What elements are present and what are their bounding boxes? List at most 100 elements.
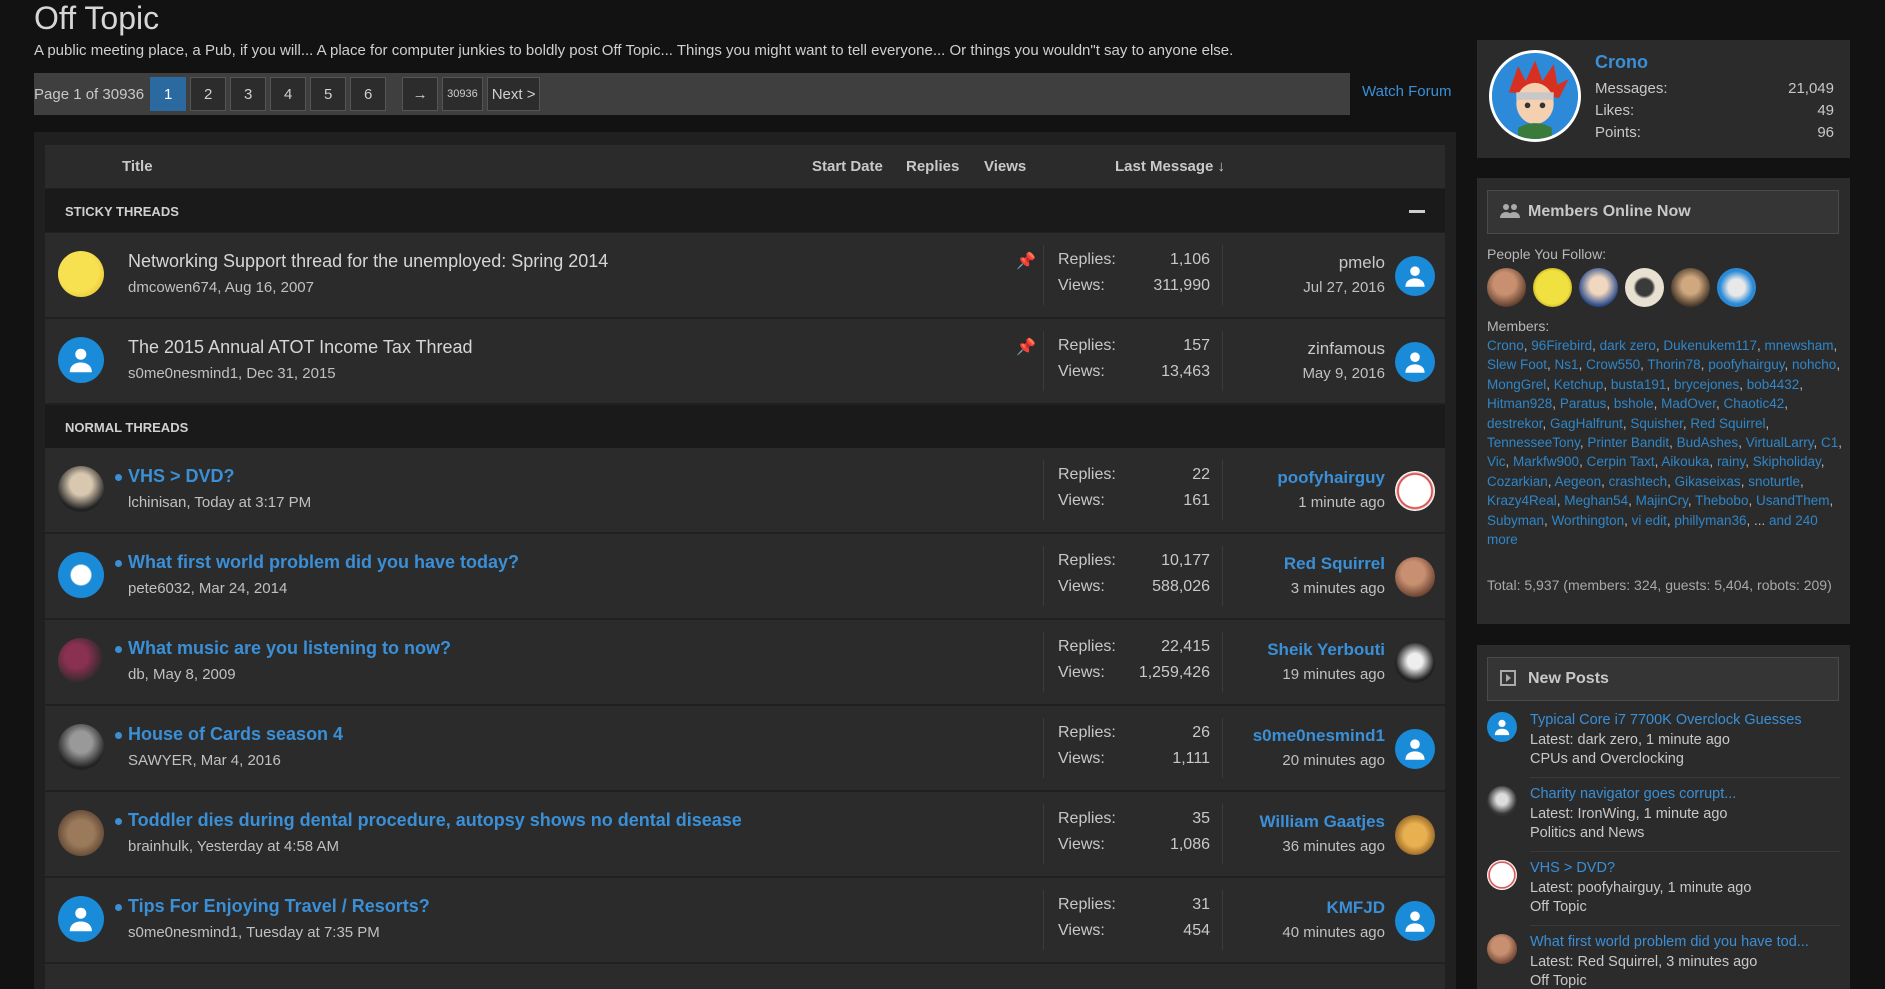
thread-row[interactable]: What music are you listening to now? db,… — [45, 620, 1445, 704]
online-member-link[interactable]: nohcho — [1792, 357, 1836, 372]
page-jump-arrow[interactable]: → — [402, 77, 439, 111]
last-poster[interactable]: William Gaatjes — [1259, 812, 1385, 832]
online-member-link[interactable]: C1 — [1821, 435, 1838, 450]
new-post-avatar[interactable] — [1487, 786, 1517, 816]
online-member-link[interactable]: MadOver — [1661, 396, 1716, 411]
last-post-time[interactable]: May 9, 2016 — [1302, 365, 1385, 382]
last-post-time[interactable]: 1 minute ago — [1298, 494, 1385, 511]
followed-avatar[interactable] — [1533, 268, 1572, 307]
author-avatar[interactable] — [58, 810, 104, 856]
last-poster-avatar[interactable] — [1395, 557, 1435, 597]
online-member-link[interactable]: mnewsham — [1764, 338, 1833, 353]
online-member-link[interactable]: Hitman928 — [1487, 396, 1552, 411]
last-post-time[interactable]: 19 minutes ago — [1282, 666, 1385, 683]
new-post-avatar[interactable] — [1487, 934, 1517, 964]
online-member-link[interactable]: Skipholiday — [1753, 454, 1821, 469]
user-default-icon[interactable] — [58, 337, 104, 383]
page-link-6[interactable]: 6 — [350, 77, 387, 111]
online-member-link[interactable]: snoturtle — [1748, 474, 1800, 489]
user-default-icon[interactable] — [1487, 712, 1517, 742]
online-member-link[interactable]: UsandThem — [1756, 493, 1830, 508]
new-post-title[interactable]: Charity navigator goes corrupt... — [1530, 786, 1840, 802]
thread-title[interactable]: VHS > DVD? — [128, 466, 235, 487]
online-member-link[interactable]: Printer Bandit — [1587, 435, 1669, 450]
last-poster-avatar[interactable] — [1395, 471, 1435, 511]
thread-row[interactable]: What first world problem did you have to… — [45, 534, 1445, 618]
thread-row[interactable]: Tips For Enjoying Travel / Resorts? s0me… — [45, 878, 1445, 962]
page-link-5[interactable]: 5 — [310, 77, 347, 111]
online-member-link[interactable]: VirtualLarry — [1746, 435, 1814, 450]
author-avatar[interactable] — [58, 552, 104, 598]
members-online-heading[interactable]: Members Online Now — [1487, 190, 1839, 234]
thread-row[interactable]: VHS > DVD? lchinisan, Today at 3:17 PM R… — [45, 448, 1445, 532]
last-poster[interactable]: KMFJD — [1326, 898, 1385, 918]
page-link-2[interactable]: 2 — [190, 77, 227, 111]
profile-name[interactable]: Crono — [1595, 52, 1648, 73]
online-member-link[interactable]: destrekor — [1487, 416, 1543, 431]
online-member-link[interactable]: Paratus — [1560, 396, 1607, 411]
online-member-link[interactable]: Vic — [1487, 454, 1506, 469]
online-member-link[interactable]: Squisher — [1630, 416, 1683, 431]
online-member-link[interactable]: crashtech — [1609, 474, 1668, 489]
page-link-3[interactable]: 3 — [230, 77, 267, 111]
messages-count[interactable]: 21,049 — [1788, 80, 1834, 97]
followed-avatar[interactable] — [1625, 268, 1664, 307]
online-member-link[interactable]: Subyman — [1487, 513, 1544, 528]
online-member-link[interactable]: Thorin78 — [1647, 357, 1700, 372]
thread-row[interactable]: Toddler dies during dental procedure, au… — [45, 792, 1445, 876]
online-member-link[interactable]: Thebobo — [1695, 493, 1748, 508]
new-post-title[interactable]: Typical Core i7 7700K Overclock Guesses — [1530, 712, 1840, 728]
thread-title[interactable]: Toddler dies during dental procedure, au… — [128, 810, 742, 831]
thread-title[interactable]: What music are you listening to now? — [128, 638, 451, 659]
online-member-link[interactable]: Meghan54 — [1564, 493, 1628, 508]
sort-title[interactable]: Title — [122, 158, 153, 175]
thread-title[interactable]: What first world problem did you have to… — [128, 552, 519, 573]
user-default-icon[interactable] — [1395, 256, 1435, 296]
last-post-time[interactable]: 40 minutes ago — [1282, 924, 1385, 941]
last-poster[interactable]: poofyhairguy — [1277, 468, 1385, 488]
sort-start-date[interactable]: Start Date — [812, 158, 883, 175]
online-member-link[interactable]: Worthington — [1552, 513, 1625, 528]
online-member-link[interactable]: Aegeon — [1555, 474, 1602, 489]
online-member-link[interactable]: BudAshes — [1677, 435, 1739, 450]
page-link-1[interactable]: 1 — [150, 77, 187, 111]
new-post-forum[interactable]: Politics and News — [1530, 825, 1644, 841]
online-member-link[interactable]: vi edit — [1632, 513, 1667, 528]
online-member-link[interactable]: Cozarkian — [1487, 474, 1548, 489]
last-poster[interactable]: s0me0nesmind1 — [1253, 726, 1385, 746]
collapse-icon[interactable] — [1409, 210, 1425, 213]
last-poster[interactable]: pmelo — [1339, 253, 1385, 273]
page-link-last[interactable]: 30936 — [442, 77, 483, 111]
online-member-link[interactable]: Ketchup — [1554, 377, 1604, 392]
online-member-link[interactable]: rainy — [1717, 454, 1745, 469]
online-member-link[interactable]: bob4432 — [1747, 377, 1800, 392]
thread-title[interactable]: Networking Support thread for the unempl… — [128, 251, 608, 272]
last-poster-avatar[interactable] — [1395, 643, 1435, 683]
online-member-link[interactable]: GagHalfrunt — [1550, 416, 1623, 431]
online-member-link[interactable]: Dukenukem117 — [1663, 338, 1757, 353]
online-member-link[interactable]: dark zero — [1600, 338, 1656, 353]
online-member-link[interactable]: busta191 — [1611, 377, 1667, 392]
followed-avatar[interactable] — [1717, 268, 1756, 307]
followed-avatar[interactable] — [1487, 268, 1526, 307]
followed-avatar[interactable] — [1579, 268, 1618, 307]
last-poster[interactable]: zinfamous — [1308, 339, 1385, 359]
online-member-link[interactable]: Chaotic42 — [1723, 396, 1784, 411]
online-member-link[interactable]: bshole — [1614, 396, 1654, 411]
thread-title[interactable]: Tips For Enjoying Travel / Resorts? — [128, 896, 430, 917]
new-post-forum[interactable]: Off Topic — [1530, 973, 1587, 989]
online-member-link[interactable]: Krazy4Real — [1487, 493, 1557, 508]
online-member-link[interactable]: MongGrel — [1487, 377, 1546, 392]
user-default-icon[interactable] — [58, 896, 104, 942]
new-posts-heading[interactable]: New Posts — [1487, 657, 1839, 701]
online-member-link[interactable]: Crono — [1487, 338, 1524, 353]
likes-count[interactable]: 49 — [1817, 102, 1834, 119]
last-post-time[interactable]: Jul 27, 2016 — [1303, 279, 1385, 296]
online-member-link[interactable]: TennesseeTony — [1487, 435, 1580, 450]
thread-row[interactable]: The 2015 Annual ATOT Income Tax Thread s… — [45, 319, 1445, 403]
sort-last-message[interactable]: Last Message ↓ — [1115, 158, 1225, 175]
sort-replies[interactable]: Replies — [906, 158, 959, 175]
online-member-link[interactable]: 96Firebird — [1531, 338, 1592, 353]
author-avatar[interactable] — [58, 724, 104, 770]
online-member-link[interactable]: Cerpin Taxt — [1587, 454, 1655, 469]
